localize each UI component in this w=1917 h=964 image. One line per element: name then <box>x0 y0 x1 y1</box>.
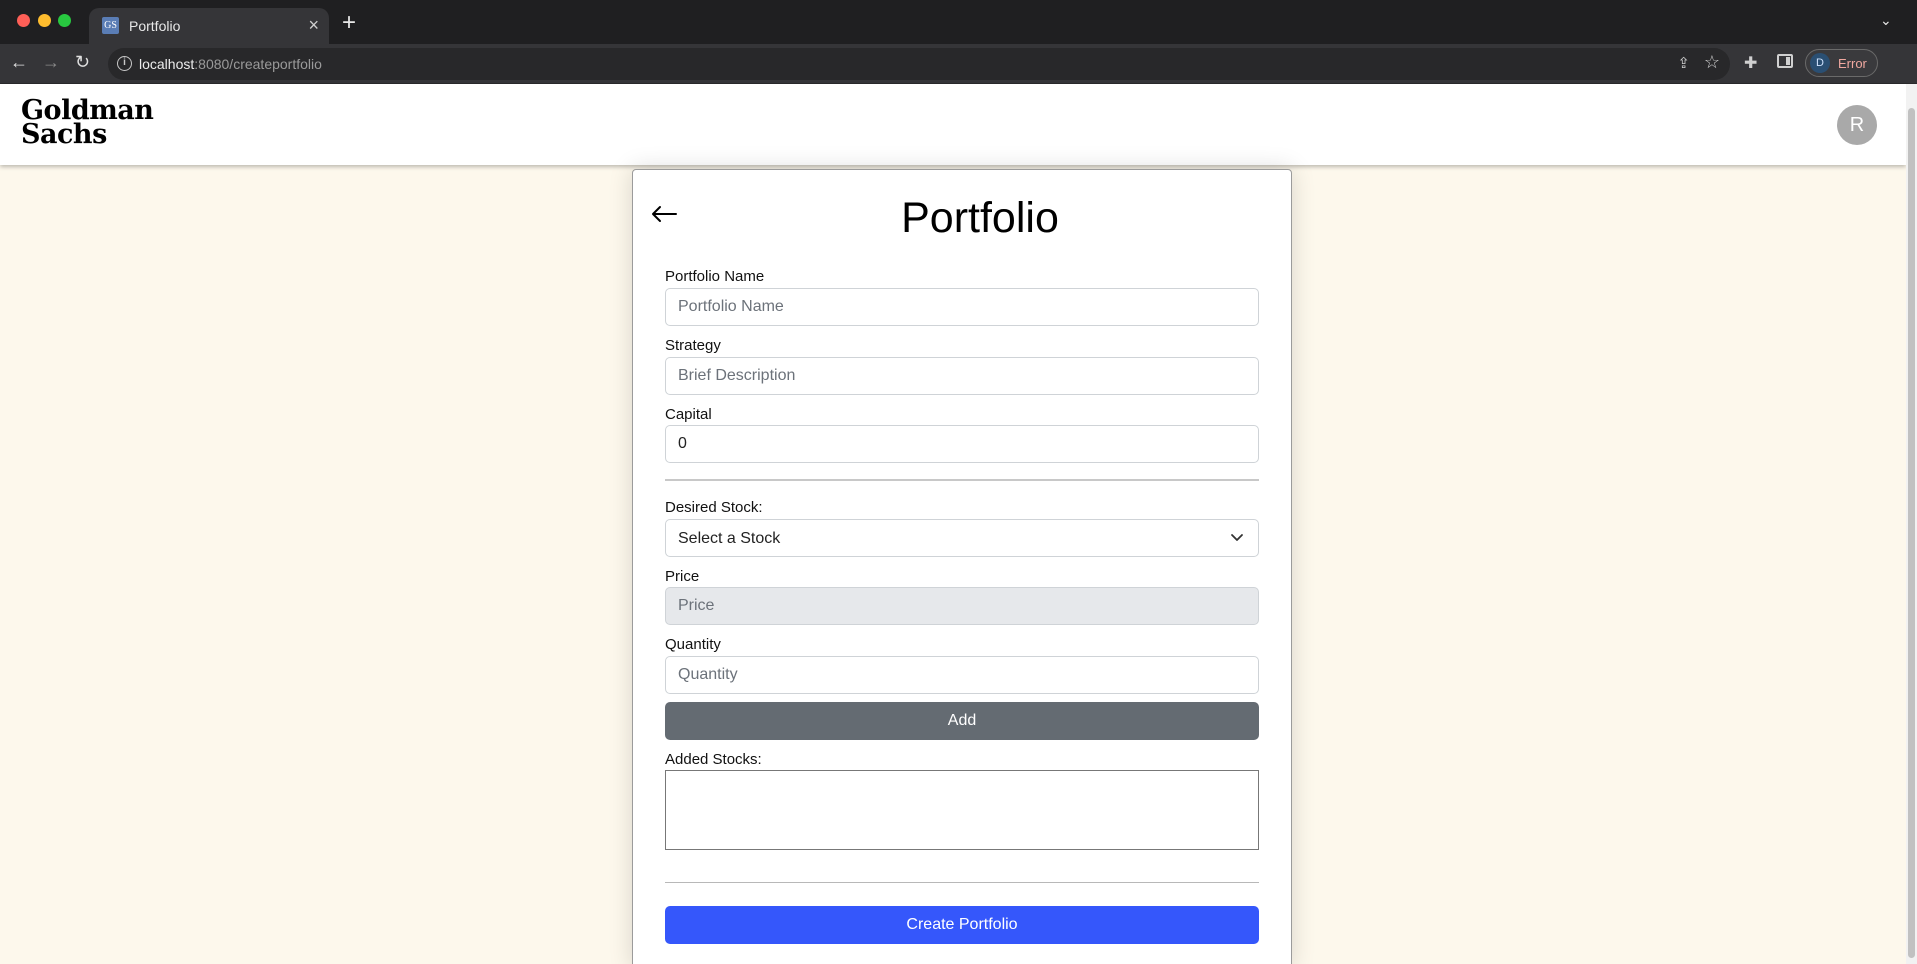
portfolio-card: Portfolio Portfolio Name Strategy Capita… <box>632 169 1292 964</box>
added-stocks-label: Added Stocks: <box>665 751 762 768</box>
new-tab-button[interactable]: + <box>342 9 356 37</box>
browser-tab[interactable]: GS Portfolio × <box>89 8 329 44</box>
browser-tab-bar: GS Portfolio × + ⌄ <box>0 0 1917 44</box>
app-header: Goldman Sachs R <box>0 84 1906 165</box>
forward-icon[interactable]: → <box>42 52 60 73</box>
tab-search-icon[interactable]: ⌄ <box>1880 12 1892 29</box>
window-close-button[interactable] <box>17 14 30 27</box>
quantity-label: Quantity <box>665 636 721 653</box>
favicon-icon: GS <box>102 17 119 34</box>
create-portfolio-button[interactable]: Create Portfolio <box>665 906 1259 944</box>
back-icon[interactable]: ← <box>10 52 28 73</box>
quantity-input[interactable] <box>665 656 1259 694</box>
window-minimize-button[interactable] <box>38 14 51 27</box>
price-input <box>665 587 1259 625</box>
desired-stock-select[interactable]: Select a Stock <box>665 519 1259 557</box>
scrollbar-thumb[interactable] <box>1908 108 1915 958</box>
divider <box>665 479 1259 481</box>
add-stock-button[interactable]: Add <box>665 702 1259 740</box>
address-bar[interactable]: i localhost:8080/createportfolio ⇪ ☆ <box>108 48 1730 80</box>
page-title: Portfolio <box>901 194 1059 242</box>
reload-icon[interactable]: ↻ <box>75 52 90 73</box>
browser-toolbar: ← → ↻ i localhost:8080/createportfolio ⇪… <box>0 44 1917 84</box>
goldman-sachs-logo[interactable]: Goldman Sachs <box>21 97 154 148</box>
profile-button[interactable]: D Error <box>1805 49 1878 77</box>
profile-status: Error <box>1838 56 1867 71</box>
capital-input[interactable] <box>665 425 1259 463</box>
extensions-icon[interactable]: ✚ <box>1744 53 1757 73</box>
divider <box>665 882 1259 883</box>
desired-stock-value: Select a Stock <box>678 530 781 547</box>
share-icon[interactable]: ⇪ <box>1677 54 1690 72</box>
side-panel-icon[interactable] <box>1777 54 1793 68</box>
chevron-down-icon <box>1231 534 1243 541</box>
page-scrollbar[interactable] <box>1906 84 1917 964</box>
tab-title: Portfolio <box>129 18 181 34</box>
url-text[interactable]: localhost:8080/createportfolio <box>139 56 322 72</box>
desired-stock-label: Desired Stock: <box>665 499 763 516</box>
portfolio-name-input[interactable] <box>665 288 1259 326</box>
portfolio-name-label: Portfolio Name <box>665 268 765 285</box>
capital-label: Capital <box>665 406 712 423</box>
added-stocks-list <box>665 770 1259 850</box>
star-icon[interactable]: ☆ <box>1704 52 1720 73</box>
profile-avatar: D <box>1810 53 1830 73</box>
price-label: Price <box>665 568 700 585</box>
info-icon[interactable]: i <box>117 56 132 71</box>
user-avatar[interactable]: R <box>1837 105 1877 145</box>
strategy-label: Strategy <box>665 337 721 354</box>
tab-close-icon[interactable]: × <box>308 15 319 36</box>
window-zoom-button[interactable] <box>58 14 71 27</box>
strategy-input[interactable] <box>665 357 1259 395</box>
